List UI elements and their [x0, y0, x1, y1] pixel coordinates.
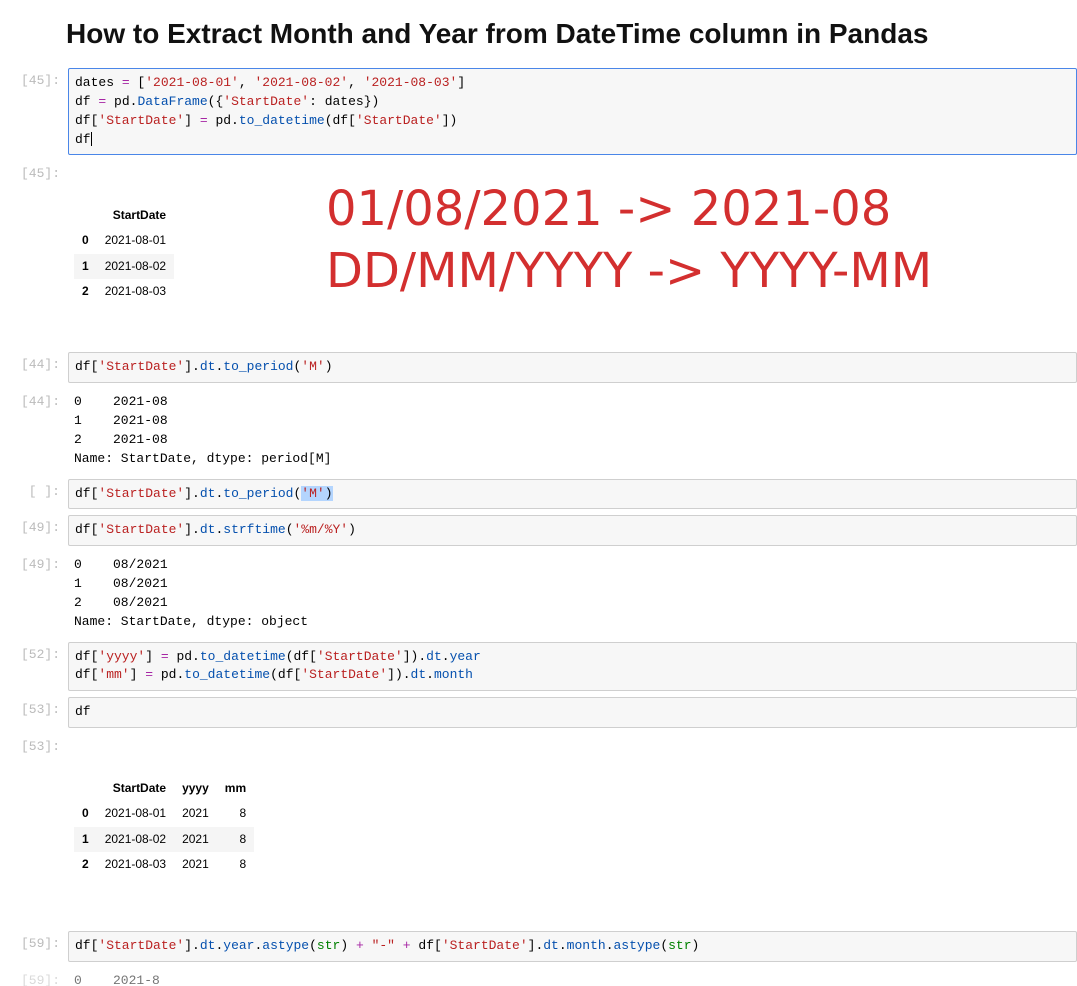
- annotation-overlay: 01/08/2021 -> 2021-08 DD/MM/YYYY -> YYYY…: [326, 178, 932, 303]
- cell-44-input: [44]: df['StartDate'].dt.to_period('M'): [0, 352, 1077, 383]
- prompt-in-44: [44]:: [0, 352, 68, 374]
- page-title: How to Extract Month and Year from DateT…: [66, 18, 1077, 50]
- prompt-out-44: [44]:: [0, 389, 68, 411]
- code-input-45[interactable]: dates = ['2021-08-01', '2021-08-02', '20…: [68, 68, 1077, 155]
- output-53: StartDateyyyymm 02021-08-0120218 12021-0…: [68, 734, 1077, 919]
- cell-49-input: [49]: df['StartDate'].dt.strftime('%m/%Y…: [0, 515, 1077, 546]
- cell-45-input: [45]: dates = ['2021-08-01', '2021-08-02…: [0, 68, 1077, 155]
- prompt-in-45: [45]:: [0, 68, 68, 90]
- prompt-out-45: [45]:: [0, 161, 68, 183]
- code-input-53[interactable]: df: [68, 697, 1077, 728]
- annotation-line-1: 01/08/2021 -> 2021-08: [326, 178, 932, 240]
- prompt-in-49: [49]:: [0, 515, 68, 537]
- prompt-in-59: [59]:: [0, 931, 68, 953]
- cell-53-output: [53]: StartDateyyyymm 02021-08-0120218 1…: [0, 734, 1077, 919]
- prompt-out-53: [53]:: [0, 734, 68, 756]
- cell-44-output: [44]: 0 2021-08 1 2021-08 2 2021-08 Name…: [0, 389, 1077, 472]
- dataframe-table-45: StartDate 02021-08-01 12021-08-02 22021-…: [74, 203, 174, 305]
- code-input-blank[interactable]: df['StartDate'].dt.to_period('M'): [68, 479, 1077, 510]
- prompt-out-59: [59]:: [0, 968, 68, 986]
- code-input-44[interactable]: df['StartDate'].dt.to_period('M'): [68, 352, 1077, 383]
- dataframe-table-53: StartDateyyyymm 02021-08-0120218 12021-0…: [74, 776, 254, 878]
- cell-59-output: [59]: 0 2021-8: [0, 968, 1077, 986]
- cell-53-input: [53]: df: [0, 697, 1077, 728]
- annotation-line-2: DD/MM/YYYY -> YYYY-MM: [326, 240, 932, 302]
- output-59: 0 2021-8: [68, 968, 1077, 986]
- code-input-59[interactable]: df['StartDate'].dt.year.astype(str) + "-…: [68, 931, 1077, 962]
- cell-49-output: [49]: 0 08/2021 1 08/2021 2 08/2021 Name…: [0, 552, 1077, 635]
- code-input-49[interactable]: df['StartDate'].dt.strftime('%m/%Y'): [68, 515, 1077, 546]
- cell-59-input: [59]: df['StartDate'].dt.year.astype(str…: [0, 931, 1077, 962]
- text-cursor: [91, 132, 92, 146]
- output-44: 0 2021-08 1 2021-08 2 2021-08 Name: Star…: [68, 389, 1077, 472]
- output-49: 0 08/2021 1 08/2021 2 08/2021 Name: Star…: [68, 552, 1077, 635]
- prompt-in-53: [53]:: [0, 697, 68, 719]
- cell-blank-input: [ ]: df['StartDate'].dt.to_period('M'): [0, 479, 1077, 510]
- code-input-52[interactable]: df['yyyy'] = pd.to_datetime(df['StartDat…: [68, 642, 1077, 692]
- prompt-in-52: [52]:: [0, 642, 68, 664]
- notebook-page: How to Extract Month and Year from DateT…: [0, 18, 1077, 986]
- prompt-out-49: [49]:: [0, 552, 68, 574]
- cell-52-input: [52]: df['yyyy'] = pd.to_datetime(df['St…: [0, 642, 1077, 692]
- prompt-blank: [ ]:: [0, 479, 68, 501]
